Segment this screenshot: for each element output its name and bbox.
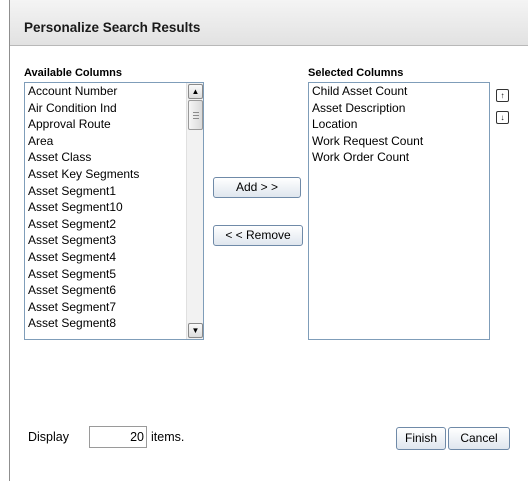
personalize-dialog: Personalize Search Results Available Col… <box>9 0 528 481</box>
list-item[interactable]: Asset Segment3 <box>25 232 203 249</box>
finish-button[interactable]: Finish <box>396 427 446 450</box>
list-item[interactable]: Area <box>25 133 203 150</box>
dialog-titlebar: Personalize Search Results <box>10 0 528 46</box>
list-item[interactable]: Asset Segment4 <box>25 249 203 266</box>
move-down-arrow-icon[interactable]: ↓ <box>496 111 509 124</box>
remove-button[interactable]: < < Remove <box>213 225 303 246</box>
list-item[interactable]: Work Order Count <box>309 149 489 166</box>
available-columns-list[interactable]: Account Number Air Condition Ind Approva… <box>24 82 204 340</box>
list-item[interactable]: Asset Segment1 <box>25 183 203 200</box>
items-label: items. <box>151 430 185 444</box>
available-columns-label: Available Columns <box>24 67 123 79</box>
scroll-down-arrow-icon[interactable]: ▼ <box>188 323 203 338</box>
display-count-input[interactable] <box>89 426 147 448</box>
available-list-scrollbar[interactable]: ▲ ▼ <box>186 83 203 339</box>
list-item[interactable]: Location <box>309 116 489 133</box>
list-item[interactable]: Air Condition Ind <box>25 100 203 117</box>
selected-columns-label: Selected Columns <box>308 67 404 79</box>
scroll-up-arrow-icon[interactable]: ▲ <box>188 84 203 99</box>
list-item[interactable]: Approval Route <box>25 116 203 133</box>
add-button[interactable]: Add > > <box>213 177 301 198</box>
selected-columns-list[interactable]: Child Asset Count Asset Description Loca… <box>308 82 490 340</box>
list-item[interactable]: Asset Class <box>25 149 203 166</box>
scrollbar-thumb[interactable] <box>188 100 203 130</box>
list-item[interactable]: Asset Segment2 <box>25 216 203 233</box>
list-item[interactable]: Asset Segment10 <box>25 199 203 216</box>
dialog-title: Personalize Search Results <box>24 20 201 35</box>
cancel-button[interactable]: Cancel <box>448 427 510 450</box>
list-item[interactable]: Asset Segment6 <box>25 282 203 299</box>
list-item[interactable]: Work Request Count <box>309 133 489 150</box>
list-item[interactable]: Asset Segment8 <box>25 315 203 332</box>
list-item[interactable]: Account Number <box>25 83 203 100</box>
list-item[interactable]: Child Asset Count <box>309 83 489 100</box>
display-label: Display <box>28 430 69 444</box>
list-item[interactable]: Asset Segment5 <box>25 266 203 283</box>
list-item[interactable]: Asset Description <box>309 100 489 117</box>
list-item[interactable]: Asset Key Segments <box>25 166 203 183</box>
move-up-arrow-icon[interactable]: ↑ <box>496 89 509 102</box>
list-item[interactable]: Asset Segment7 <box>25 299 203 316</box>
